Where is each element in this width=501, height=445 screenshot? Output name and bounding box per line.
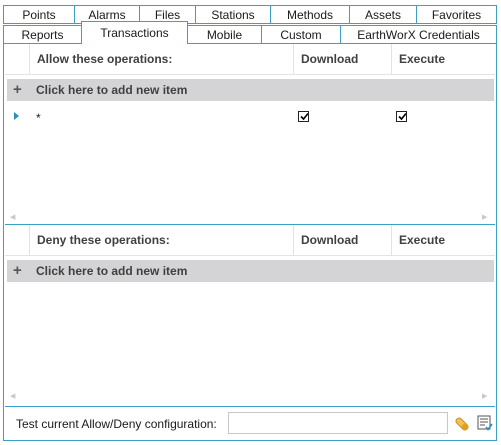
deny-operations-column-header[interactable]: Deny these operations: [29, 225, 293, 255]
allow-add-new-item-row[interactable]: + Click here to add new item [7, 79, 494, 101]
scroll-right-icon[interactable]: ▶ [482, 213, 487, 221]
execute-column-header[interactable]: Execute [391, 225, 495, 255]
tab-assets[interactable]: Assets [349, 5, 417, 24]
tab-points[interactable]: Points [3, 5, 75, 24]
transactions-panel: Allow these operations: Download Execute… [3, 43, 497, 441]
table-row[interactable]: * [5, 107, 495, 129]
deny-operations-grid: Deny these operations: Download Execute … [5, 225, 495, 406]
tab-mobile[interactable]: Mobile [187, 25, 262, 44]
scroll-left-icon[interactable]: ◀ [10, 392, 15, 400]
allow-grid-header: Allow these operations: Download Execute [5, 44, 495, 75]
tab-earthworx-credentials[interactable]: EarthWorX Credentials [340, 25, 497, 44]
plus-icon: + [13, 262, 22, 279]
tab-stations[interactable]: Stations [195, 5, 271, 24]
tab-favorites[interactable]: Favorites [416, 5, 497, 24]
tab-transactions[interactable]: Transactions [81, 21, 188, 44]
tab-custom[interactable]: Custom [261, 25, 341, 44]
add-new-item-label: Click here to add new item [36, 83, 188, 97]
tab-reports[interactable]: Reports [3, 25, 82, 44]
execute-column-header[interactable]: Execute [391, 44, 495, 74]
deny-add-new-item-row[interactable]: + Click here to add new item [7, 260, 494, 282]
test-configuration-bar: Test current Allow/Deny configuration: [5, 406, 495, 439]
allow-operations-grid: Allow these operations: Download Execute… [5, 44, 495, 225]
deny-grid-header: Deny these operations: Download Execute [5, 225, 495, 256]
operation-cell[interactable]: * [36, 111, 41, 125]
row-indicator-header [5, 44, 29, 74]
row-indicator-icon [14, 112, 19, 120]
test-configuration-input[interactable] [228, 412, 448, 434]
add-new-item-label: Click here to add new item [36, 264, 188, 278]
download-column-header[interactable]: Download [293, 44, 391, 74]
tab-methods[interactable]: Methods [270, 5, 350, 24]
test-configuration-label: Test current Allow/Deny configuration: [16, 417, 217, 431]
test-tube-icon[interactable] [454, 416, 470, 432]
execute-checkbox[interactable] [396, 111, 407, 122]
allow-operations-column-header[interactable]: Allow these operations: [29, 44, 293, 74]
row-indicator-header [5, 225, 29, 255]
scroll-right-icon[interactable]: ▶ [482, 392, 487, 400]
download-column-header[interactable]: Download [293, 225, 391, 255]
download-checkbox[interactable] [298, 111, 309, 122]
plus-icon: + [13, 81, 22, 98]
results-list-icon[interactable] [477, 415, 493, 432]
scroll-left-icon[interactable]: ◀ [10, 213, 15, 221]
